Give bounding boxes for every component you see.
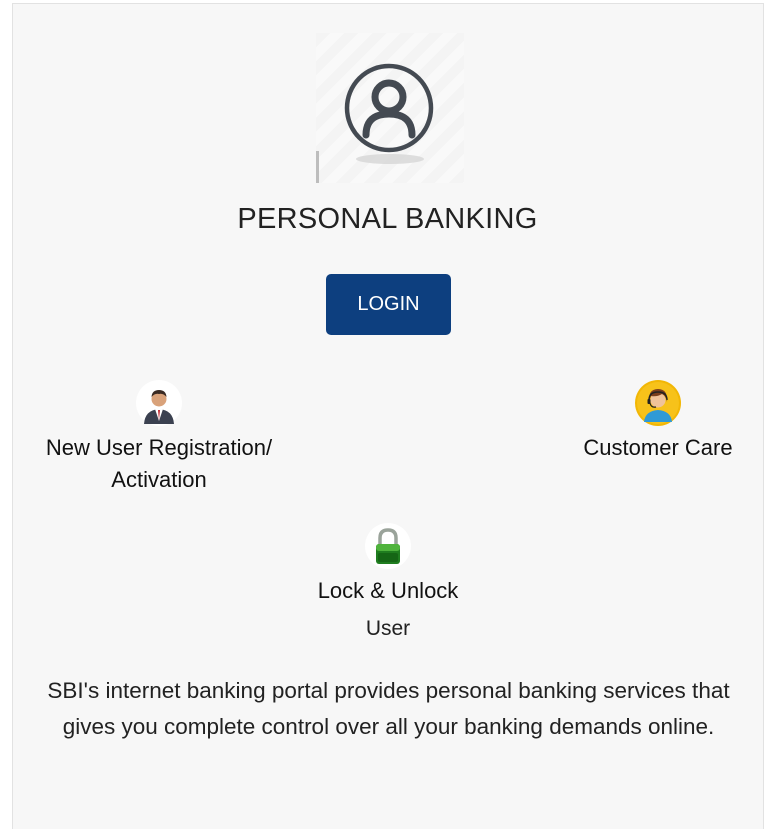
user-profile-icon [316, 33, 464, 183]
lock-unlock-sublabel: User [365, 617, 411, 640]
green-padlock-icon [365, 523, 411, 569]
watermark-strip [316, 151, 319, 183]
page-title: PERSONAL BANKING [237, 203, 538, 235]
portal-description: SBI's internet banking portal provides p… [47, 678, 730, 739]
lock-unlock-user-link[interactable]: Lock & Unlock User [288, 523, 488, 645]
businessman-avatar-icon [136, 380, 182, 426]
customer-care-link[interactable]: Customer Care [570, 380, 746, 464]
lock-unlock-label: Lock & Unlock [317, 578, 459, 603]
login-button[interactable]: LOGIN [326, 274, 451, 335]
customer-care-label: Customer Care [583, 435, 733, 460]
new-user-registration-label: New User Registration/ Activation [45, 435, 273, 492]
support-agent-avatar-icon [635, 380, 681, 426]
new-user-registration-link[interactable]: New User Registration/ Activation [28, 380, 290, 496]
